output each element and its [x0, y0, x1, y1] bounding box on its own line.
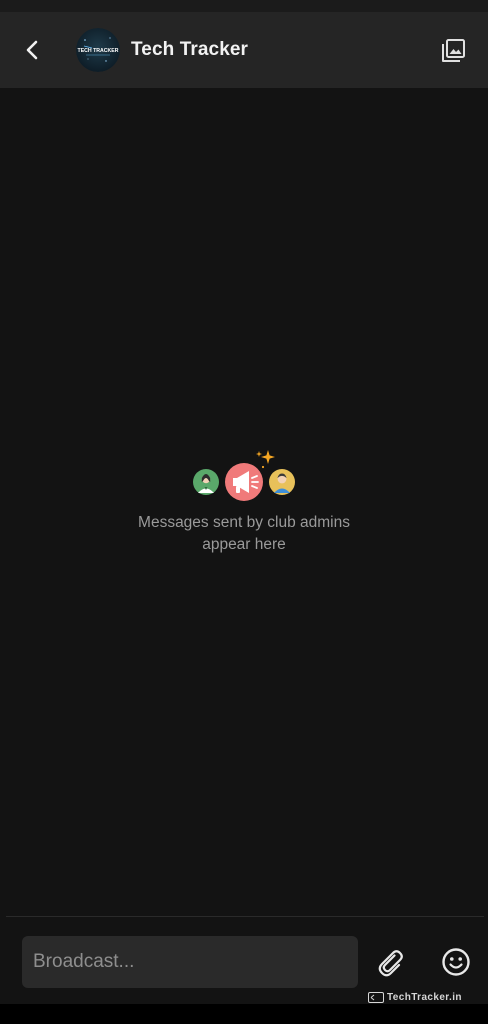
composer-divider [6, 916, 484, 917]
megaphone-icon [225, 463, 263, 501]
sparkle-icon [256, 450, 275, 469]
broadcast-input[interactable] [33, 951, 358, 973]
tech-tracker-logo: TECH TRACKER [76, 28, 120, 72]
broadcast-composer [22, 936, 358, 988]
paperclip-icon [378, 950, 403, 977]
photo-library-icon [442, 39, 465, 62]
club-admins-broadcast-illustration [193, 450, 295, 501]
watermark-logo-icon [368, 992, 384, 1003]
watermark-text: TechTracker.in [387, 992, 462, 1003]
status-strip [0, 0, 488, 12]
chat-title[interactable]: Tech Tracker [131, 39, 248, 61]
smiley-icon [442, 948, 470, 976]
chat-screen: TECH TRACKER Tech Tracker Messages sent … [0, 0, 488, 1024]
emoji-button[interactable] [440, 946, 472, 978]
media-gallery-button[interactable] [440, 38, 466, 64]
avatar-logo-text: TECH TRACKER [78, 48, 119, 54]
chevron-left-icon [26, 40, 38, 60]
admin-avatar-right-icon [269, 469, 295, 495]
empty-state: Messages sent by club admins appear here [0, 448, 488, 556]
watermark: TechTracker.in [368, 991, 462, 1004]
top-app-bar: TECH TRACKER Tech Tracker [0, 12, 488, 88]
club-avatar[interactable]: TECH TRACKER [76, 28, 120, 72]
attach-button[interactable] [374, 946, 406, 978]
back-button[interactable] [18, 36, 46, 64]
empty-state-message: Messages sent by club admins appear here [138, 514, 350, 553]
system-nav-bar [0, 1004, 488, 1024]
admin-avatar-left-icon [193, 469, 219, 495]
